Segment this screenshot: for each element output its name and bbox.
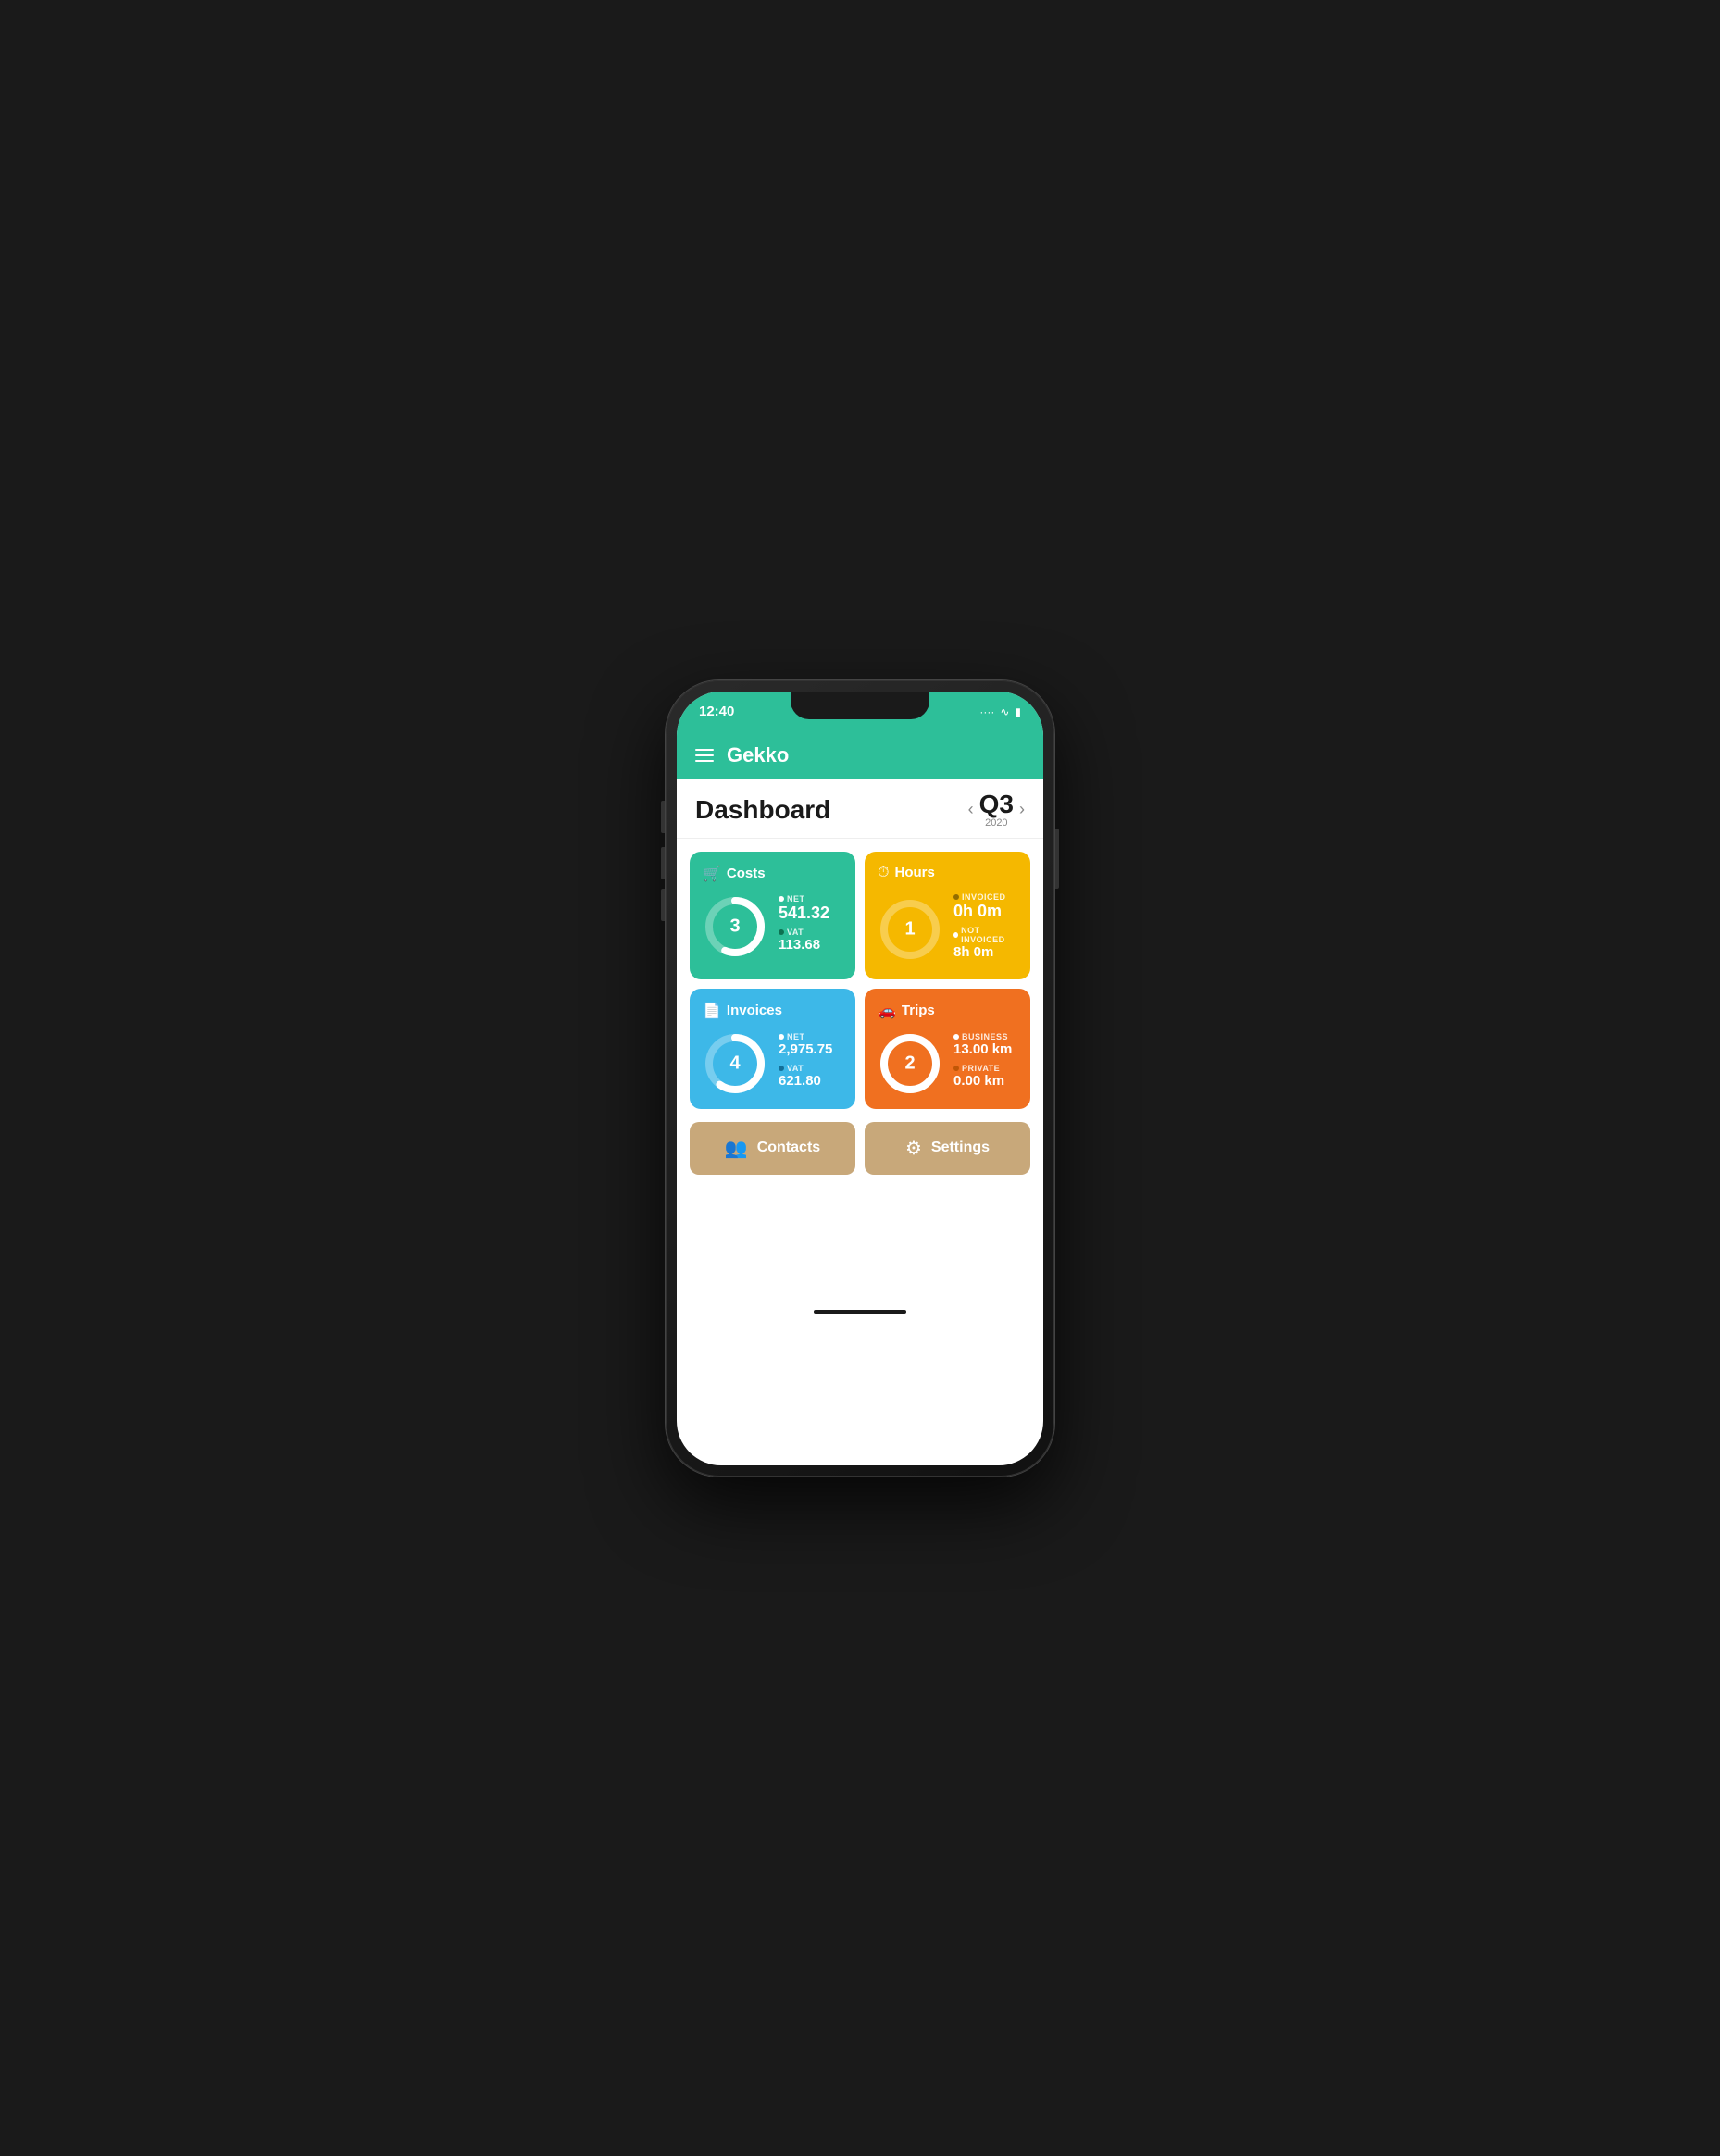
phone-frame: 12:40 ···· ∿ ▮ Gekko Dashboard ‹ Q3 — [666, 680, 1054, 1477]
invoices-net-dot — [779, 1034, 784, 1040]
invoices-stats: NET 2,975.75 VAT 621.80 — [779, 1032, 842, 1094]
trips-title: Trips — [902, 1003, 935, 1018]
period-year: 2020 — [979, 817, 1014, 829]
settings-icon: ⚙ — [905, 1137, 922, 1160]
costs-title: Costs — [727, 866, 766, 881]
contacts-button[interactable]: 👥 Contacts — [690, 1122, 855, 1175]
costs-card[interactable]: 🛒 Costs 3 NET — [690, 852, 855, 979]
status-icons: ···· ∿ ▮ — [979, 705, 1021, 718]
invoices-card-header: 📄 Invoices — [703, 1002, 842, 1020]
costs-donut: 3 — [703, 894, 767, 959]
trips-icon: 🚗 — [878, 1002, 896, 1020]
phone-screen: 12:40 ···· ∿ ▮ Gekko Dashboard ‹ Q3 — [677, 692, 1043, 1465]
app-title: Gekko — [727, 743, 789, 767]
dashboard-header: Dashboard ‹ Q3 2020 › — [677, 779, 1043, 839]
hours-not-invoiced-label: NOT INVOICED — [953, 926, 1017, 944]
hours-card-header: ⏱ Hours — [878, 865, 1017, 881]
costs-stats: NET 541.32 VAT 113.68 — [779, 894, 842, 959]
period-nav: ‹ Q3 2020 › — [968, 791, 1025, 829]
app-header: Gekko — [677, 732, 1043, 779]
costs-vat-dot — [779, 929, 784, 935]
contacts-icon: 👥 — [725, 1137, 748, 1160]
hours-invoiced-label: INVOICED — [953, 892, 1017, 902]
trips-count: 2 — [904, 1053, 915, 1074]
trips-card[interactable]: 🚗 Trips 2 BUSINESS — [865, 989, 1030, 1109]
trips-private-label: PRIVATE — [953, 1064, 1017, 1073]
empty-area — [677, 1188, 1043, 1299]
hours-not-invoiced-dot — [953, 932, 958, 938]
trips-stats: BUSINESS 13.00 km PRIVATE 0.00 km — [953, 1032, 1017, 1094]
hours-not-invoiced-value: 8h 0m — [953, 945, 1017, 961]
battery-icon: ▮ — [1015, 705, 1021, 718]
costs-vat-value: 113.68 — [779, 938, 842, 953]
hours-invoiced-dot — [953, 894, 959, 900]
hours-card[interactable]: ⏱ Hours 1 INVOICED — [865, 852, 1030, 979]
invoices-vat-label: VAT — [779, 1064, 842, 1073]
hours-title: Hours — [894, 865, 934, 880]
invoices-card[interactable]: 📄 Invoices 4 NET — [690, 989, 855, 1109]
costs-count: 3 — [729, 916, 740, 937]
signal-icon: ···· — [979, 705, 994, 718]
dashboard-title: Dashboard — [695, 795, 830, 825]
hours-count: 1 — [904, 918, 915, 940]
period-quarter: Q3 — [979, 791, 1014, 817]
invoices-vat-dot — [779, 1066, 784, 1071]
invoices-body: 4 NET 2,975.75 VAT 621.80 — [703, 1031, 842, 1096]
costs-net-dot — [779, 896, 784, 902]
hours-invoiced-value: 0h 0m — [953, 903, 1017, 921]
trips-business-value: 13.00 km — [953, 1042, 1017, 1058]
trips-business-dot — [953, 1034, 959, 1040]
trips-body: 2 BUSINESS 13.00 km PRIVATE 0.00 km — [878, 1031, 1017, 1096]
costs-net-label: NET — [779, 894, 842, 904]
dashboard-grid: 🛒 Costs 3 NET — [677, 839, 1043, 1122]
trips-business-label: BUSINESS — [953, 1032, 1017, 1041]
invoices-icon: 📄 — [703, 1002, 721, 1020]
invoices-vat-value: 621.80 — [779, 1074, 842, 1090]
settings-button[interactable]: ⚙ Settings — [865, 1122, 1030, 1175]
invoices-net-label: NET — [779, 1032, 842, 1041]
invoices-title: Invoices — [727, 1003, 782, 1018]
costs-net-value: 541.32 — [779, 904, 842, 923]
costs-body: 3 NET 541.32 VAT 113.68 — [703, 894, 842, 959]
trips-card-header: 🚗 Trips — [878, 1002, 1017, 1020]
settings-label: Settings — [931, 1140, 990, 1156]
hours-stats: INVOICED 0h 0m NOT INVOICED 8h 0m — [953, 892, 1017, 966]
status-bar: 12:40 ···· ∿ ▮ — [677, 692, 1043, 732]
bottom-buttons: 👥 Contacts ⚙ Settings — [677, 1122, 1043, 1188]
period-label: Q3 2020 — [979, 791, 1014, 829]
hours-donut: 1 — [878, 897, 942, 962]
home-indicator — [677, 1299, 1043, 1325]
hours-icon: ⏱ — [878, 865, 889, 881]
costs-card-header: 🛒 Costs — [703, 865, 842, 883]
invoices-net-value: 2,975.75 — [779, 1042, 842, 1058]
period-next-button[interactable]: › — [1019, 800, 1025, 819]
wifi-icon: ∿ — [1000, 705, 1009, 718]
invoices-count: 4 — [729, 1053, 740, 1074]
trips-private-dot — [953, 1066, 959, 1071]
status-time: 12:40 — [699, 704, 734, 719]
costs-icon: 🛒 — [703, 865, 721, 883]
costs-vat-label: VAT — [779, 928, 842, 937]
menu-button[interactable] — [695, 749, 714, 762]
trips-private-value: 0.00 km — [953, 1074, 1017, 1090]
home-bar — [814, 1310, 906, 1314]
notch — [791, 692, 929, 719]
hours-body: 1 INVOICED 0h 0m NOT INVOICED 8h 0m — [878, 892, 1017, 966]
contacts-label: Contacts — [757, 1140, 820, 1156]
trips-donut: 2 — [878, 1031, 942, 1096]
period-prev-button[interactable]: ‹ — [968, 800, 974, 819]
invoices-donut: 4 — [703, 1031, 767, 1096]
